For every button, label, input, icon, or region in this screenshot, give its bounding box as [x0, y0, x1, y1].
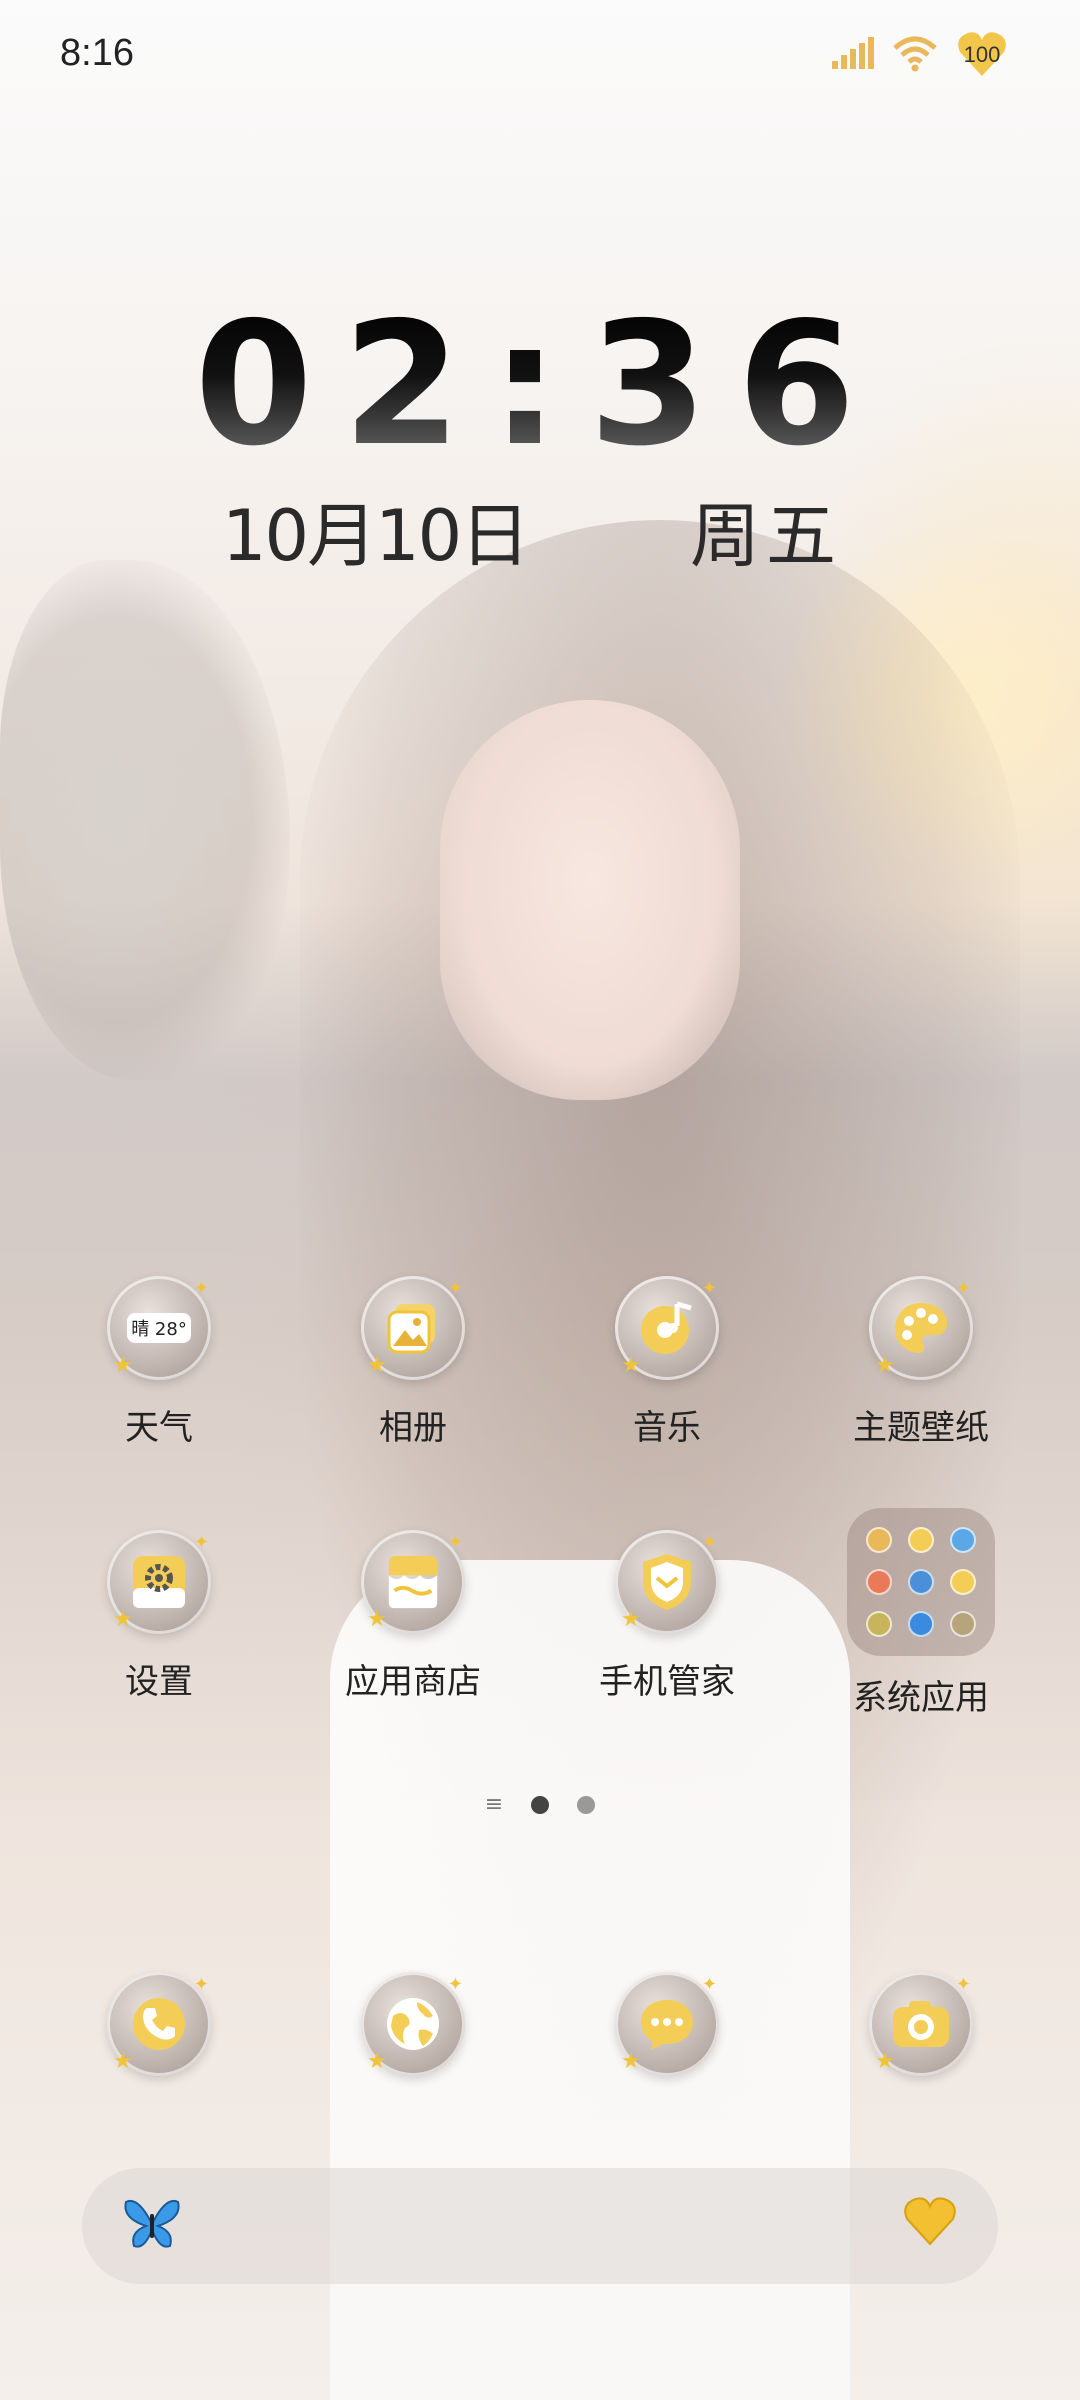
wallpaper-face	[440, 700, 740, 1100]
dock-phone[interactable]: ✦ ★	[34, 1972, 284, 2076]
app-label: 相册	[379, 1408, 447, 1448]
clock-weekday: 周五	[690, 495, 842, 577]
dock-messages[interactable]: ✦ ★	[542, 1972, 792, 2076]
app-store[interactable]: ✦ ★ 应用商店	[288, 1530, 538, 1703]
app-weather[interactable]: 晴 28° ✦ ★ 天气	[34, 1276, 284, 1449]
clock-widget[interactable]: 02:36	[0, 290, 1080, 480]
page-list-icon: ≡	[484, 1792, 504, 1817]
home-screen: 8:16 100 02:36 10月10日 周五 晴 28° ✦ ★ 天气 ✦ …	[0, 0, 1080, 2400]
camera-icon: ✦ ★	[869, 1972, 973, 2076]
app-theme-wallpaper[interactable]: ✦ ★ 主题壁纸	[796, 1276, 1046, 1449]
clock-time: 02:36	[0, 290, 1080, 480]
app-phone-manager[interactable]: ✦ ★ 手机管家	[542, 1530, 792, 1703]
heart-icon[interactable]	[902, 2196, 958, 2258]
music-icon: ✦ ★	[615, 1276, 719, 1380]
app-label: 主题壁纸	[853, 1408, 989, 1448]
app-folder-system[interactable]: 系统应用	[796, 1508, 1046, 1719]
butterfly-icon[interactable]	[122, 2196, 182, 2264]
folder-icon	[847, 1508, 995, 1656]
phone-icon: ✦ ★	[107, 1972, 211, 2076]
message-icon: ✦ ★	[615, 1972, 719, 2076]
app-label: 设置	[125, 1662, 193, 1702]
battery-level: 100	[963, 42, 1001, 67]
app-label: 手机管家	[599, 1662, 735, 1702]
page-indicator[interactable]: ≡	[0, 1792, 1080, 1817]
app-label: 应用商店	[345, 1662, 481, 1702]
wifi-icon	[893, 36, 937, 72]
browser-icon: ✦ ★	[361, 1972, 465, 2076]
app-gallery[interactable]: ✦ ★ 相册	[288, 1276, 538, 1449]
page-dot	[577, 1795, 596, 1814]
app-music[interactable]: ✦ ★ 音乐	[542, 1276, 792, 1449]
clock-date: 10月10日	[222, 495, 530, 577]
app-store-icon: ✦ ★	[361, 1530, 465, 1634]
status-icons: 100	[830, 30, 1008, 78]
palette-icon: ✦ ★	[869, 1276, 973, 1380]
app-label: 系统应用	[853, 1678, 989, 1718]
app-settings[interactable]: ✦ ★ 设置	[34, 1530, 284, 1703]
app-label: 天气	[125, 1408, 193, 1448]
battery-indicator: 100	[956, 30, 1008, 78]
page-dot-active	[531, 1795, 550, 1814]
status-time: 8:16	[60, 32, 134, 74]
gallery-icon: ✦ ★	[361, 1276, 465, 1380]
weather-icon: 晴 28° ✦ ★	[107, 1276, 211, 1380]
weather-badge: 晴 28°	[127, 1313, 191, 1343]
wallpaper-seagull	[0, 560, 290, 1080]
search-bar[interactable]	[82, 2168, 998, 2284]
dock-browser[interactable]: ✦ ★	[288, 1972, 538, 2076]
app-label: 音乐	[633, 1408, 701, 1448]
gear-icon: ✦ ★	[107, 1530, 211, 1634]
shield-icon: ✦ ★	[615, 1530, 719, 1634]
signal-icon	[832, 37, 874, 69]
dock-camera[interactable]: ✦ ★	[796, 1972, 1046, 2076]
